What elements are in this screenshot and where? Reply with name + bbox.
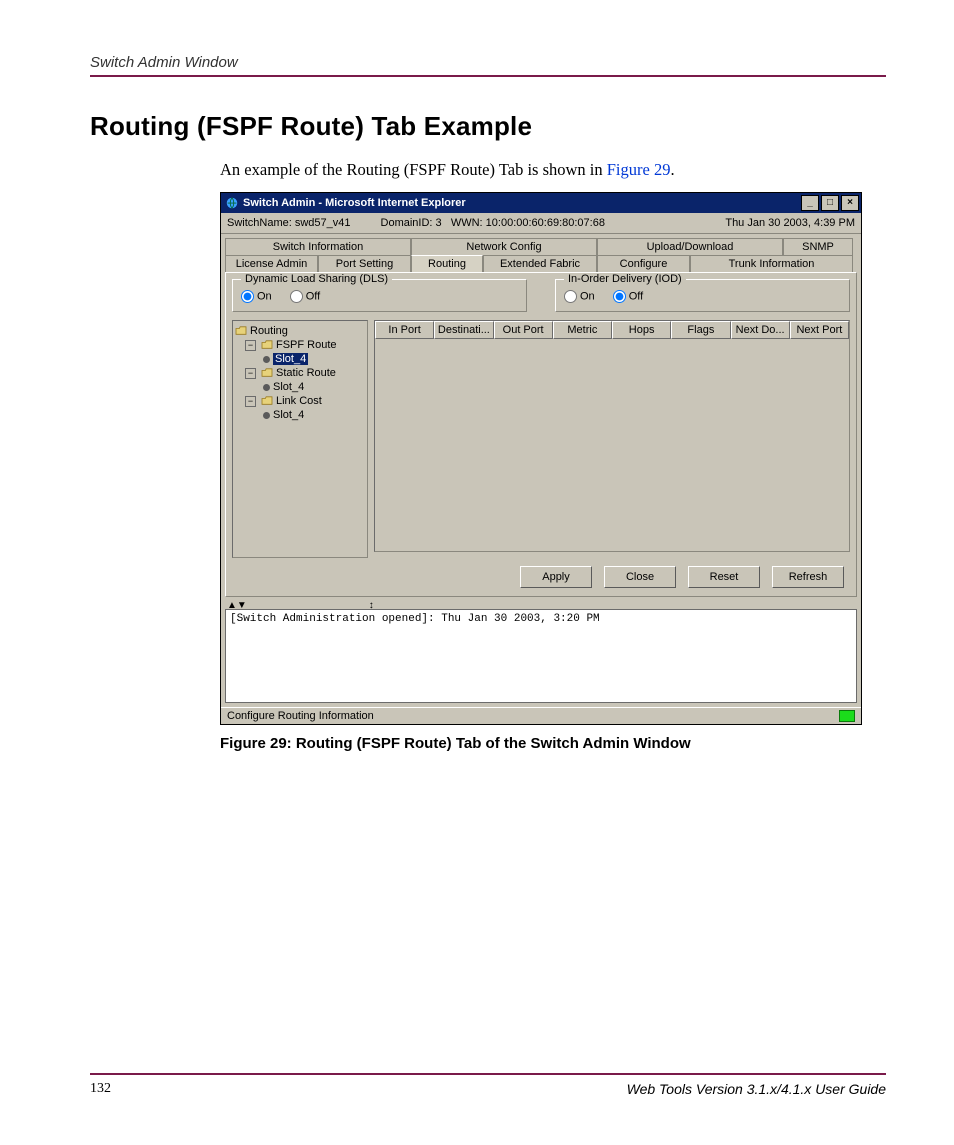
screenshot-window: Switch Admin - Microsoft Internet Explor…: [220, 192, 862, 725]
tree-node-static-route[interactable]: − Static Route: [235, 366, 365, 380]
tree-node-label: Static Route: [276, 367, 336, 379]
wwn-label: WWN:: [451, 217, 483, 229]
tree-leaf-slot4-fspf[interactable]: Slot_4: [235, 352, 365, 366]
leaf-icon: [263, 412, 270, 419]
collapse-icon[interactable]: −: [245, 396, 256, 407]
col-destination[interactable]: Destinati...: [434, 321, 493, 339]
iod-off-label: Off: [629, 290, 643, 302]
dls-on-radio[interactable]: On: [241, 290, 272, 303]
intro-text-pre: An example of the Routing (FSPF Route) T…: [220, 160, 607, 179]
tab-switch-information[interactable]: Switch Information: [225, 238, 411, 255]
titlebar: Switch Admin - Microsoft Internet Explor…: [221, 193, 861, 213]
section-title: Routing (FSPF Route) Tab Example: [90, 111, 886, 142]
iod-on-radio[interactable]: On: [564, 290, 595, 303]
page-number: 132: [90, 1081, 111, 1097]
col-out-port[interactable]: Out Port: [494, 321, 553, 339]
page-footer: 132 Web Tools Version 3.1.x/4.1.x User G…: [90, 1073, 886, 1097]
tree-leaf-label: Slot_4: [273, 381, 304, 393]
collapse-icon[interactable]: −: [245, 368, 256, 379]
status-text: Configure Routing Information: [227, 710, 374, 722]
close-window-button[interactable]: ×: [841, 195, 859, 211]
col-metric[interactable]: Metric: [553, 321, 612, 339]
col-next-domain[interactable]: Next Do...: [731, 321, 790, 339]
splitter[interactable]: ▲▼ ↕: [221, 601, 861, 609]
collapse-icon[interactable]: −: [245, 340, 256, 351]
dls-groupbox: On Off: [232, 279, 527, 312]
reset-button[interactable]: Reset: [688, 566, 760, 588]
switch-name-label: SwitchName:: [227, 217, 292, 229]
tab-routing[interactable]: Routing: [411, 255, 483, 272]
tab-extended-fabric[interactable]: Extended Fabric: [483, 255, 597, 272]
domain-id: DomainID: 3 WWN: 10:00:00:60:69:80:07:68: [381, 217, 605, 229]
apply-button[interactable]: Apply: [520, 566, 592, 588]
routing-tree[interactable]: Routing − FSPF Route Slot_4 − Stati: [232, 320, 368, 558]
routing-panel: On Off On Off Routing: [225, 272, 857, 597]
col-next-port[interactable]: Next Port: [790, 321, 849, 339]
intro-text-post: .: [670, 160, 674, 179]
domain-id-value: 3: [436, 217, 442, 229]
col-flags[interactable]: Flags: [671, 321, 730, 339]
resize-handle-icon[interactable]: ↕: [369, 600, 374, 611]
tab-license-admin[interactable]: License Admin: [225, 255, 318, 272]
tab-configure[interactable]: Configure: [597, 255, 690, 272]
grid-header: In Port Destinati... Out Port Metric Hop…: [375, 321, 849, 339]
tree-node-label: FSPF Route: [276, 339, 337, 351]
folder-icon: [261, 396, 273, 406]
switch-name-value: swd57_v41: [295, 217, 351, 229]
doc-title: Web Tools Version 3.1.x/4.1.x User Guide: [627, 1081, 886, 1097]
tab-upload-download[interactable]: Upload/Download: [597, 238, 783, 255]
tree-leaf-label: Slot_4: [273, 409, 304, 421]
header-rule: [90, 75, 886, 77]
splitter-arrows-icon: ▲▼: [227, 600, 247, 611]
routing-grid[interactable]: In Port Destinati... Out Port Metric Hop…: [374, 320, 850, 552]
status-led-icon: [839, 710, 855, 722]
tree-node-label: Link Cost: [276, 395, 322, 407]
folder-icon: [261, 340, 273, 350]
tree-root[interactable]: Routing: [235, 324, 365, 338]
tree-root-label: Routing: [250, 325, 288, 337]
tab-snmp[interactable]: SNMP: [783, 238, 853, 255]
iod-on-label: On: [580, 290, 595, 302]
running-head: Switch Admin Window: [90, 54, 886, 71]
status-bar: Configure Routing Information: [221, 707, 861, 724]
tree-leaf-label: Slot_4: [273, 353, 308, 365]
switch-name: SwitchName: swd57_v41: [227, 217, 351, 229]
col-hops[interactable]: Hops: [612, 321, 671, 339]
datetime: Thu Jan 30 2003, 4:39 PM: [725, 217, 855, 229]
dls-on-label: On: [257, 290, 272, 302]
tree-leaf-slot4-linkcost[interactable]: Slot_4: [235, 408, 365, 422]
minimize-button[interactable]: _: [801, 195, 819, 211]
tab-trunk-information[interactable]: Trunk Information: [690, 255, 853, 272]
figure-reference-link[interactable]: Figure 29: [607, 160, 671, 179]
figure-caption: Figure 29: Routing (FSPF Route) Tab of t…: [220, 735, 886, 752]
refresh-button[interactable]: Refresh: [772, 566, 844, 588]
ie-icon: [225, 196, 239, 210]
folder-icon: [261, 368, 273, 378]
tab-port-setting[interactable]: Port Setting: [318, 255, 411, 272]
window-title: Switch Admin - Microsoft Internet Explor…: [243, 197, 799, 209]
close-button[interactable]: Close: [604, 566, 676, 588]
iod-groupbox: On Off: [555, 279, 850, 312]
tree-leaf-slot4-static[interactable]: Slot_4: [235, 380, 365, 394]
log-area[interactable]: [Switch Administration opened]: Thu Jan …: [225, 609, 857, 703]
col-in-port[interactable]: In Port: [375, 321, 434, 339]
dls-off-label: Off: [306, 290, 320, 302]
tree-node-fspf-route[interactable]: − FSPF Route: [235, 338, 365, 352]
tabs: Switch Information Network Config Upload…: [221, 234, 861, 272]
domain-id-label: DomainID:: [381, 217, 433, 229]
info-bar: SwitchName: swd57_v41 DomainID: 3 WWN: 1…: [221, 213, 861, 234]
intro-paragraph: An example of the Routing (FSPF Route) T…: [220, 160, 886, 180]
leaf-icon: [263, 356, 270, 363]
dls-off-radio[interactable]: Off: [290, 290, 320, 303]
maximize-button[interactable]: □: [821, 195, 839, 211]
button-row: Apply Close Reset Refresh: [232, 558, 850, 590]
leaf-icon: [263, 384, 270, 391]
folder-icon: [235, 326, 247, 336]
tab-network-config[interactable]: Network Config: [411, 238, 597, 255]
tree-node-link-cost[interactable]: − Link Cost: [235, 394, 365, 408]
wwn-value: 10:00:00:60:69:80:07:68: [486, 217, 605, 229]
iod-off-radio[interactable]: Off: [613, 290, 643, 303]
